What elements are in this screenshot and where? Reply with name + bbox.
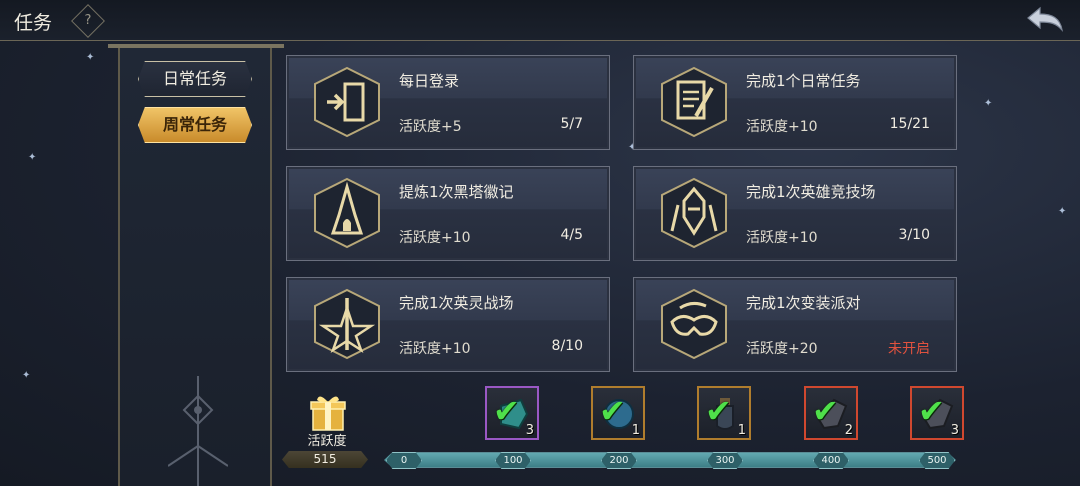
reward-chest[interactable]: ✔ 3 bbox=[910, 386, 964, 440]
reward-count: 1 bbox=[737, 423, 746, 438]
progress-tick: 400 bbox=[813, 452, 849, 469]
reward-count: 3 bbox=[950, 423, 959, 438]
progress-tick: 100 bbox=[495, 452, 531, 469]
activity-progress-bar bbox=[384, 452, 956, 468]
task-name: 提炼1次黑塔徽记 bbox=[399, 183, 514, 201]
task-reward: 活跃度+10 bbox=[399, 341, 471, 357]
claimed-check-icon: ✔ bbox=[812, 392, 839, 430]
task-reward: 活跃度+20 bbox=[746, 341, 818, 357]
task-progress: 8/10 bbox=[551, 338, 583, 354]
progress-tick: 300 bbox=[707, 452, 743, 469]
task-card[interactable]: 完成1次英雄竞技场 活跃度+10 3/10 bbox=[633, 166, 957, 261]
top-bar: 任务 ? bbox=[0, 0, 1080, 41]
reward-count: 3 bbox=[525, 423, 534, 438]
activity-progress-fill bbox=[385, 453, 955, 467]
tab-sidebar: 日常任务 周常任务 bbox=[108, 44, 284, 486]
task-card[interactable]: 完成1次变装派对 活跃度+20 未开启 bbox=[633, 277, 957, 372]
activity-label: 活跃度 bbox=[307, 434, 347, 449]
task-progress: 5/7 bbox=[560, 116, 583, 132]
door-enter-icon bbox=[314, 66, 380, 138]
scroll-quill-icon bbox=[661, 66, 727, 138]
progress-tick: 200 bbox=[601, 452, 637, 469]
task-card[interactable]: 完成1次英灵战场 活跃度+10 8/10 bbox=[286, 277, 610, 372]
background-star: ✦ bbox=[984, 98, 993, 109]
sword-star-icon bbox=[314, 288, 380, 360]
progress-tick: 500 bbox=[919, 452, 955, 469]
reward-chest[interactable]: ✔ 1 bbox=[591, 386, 645, 440]
task-reward: 活跃度+10 bbox=[746, 119, 818, 135]
reward-count: 2 bbox=[844, 423, 853, 438]
task-reward: 活跃度+10 bbox=[746, 230, 818, 246]
task-reward: 活跃度+5 bbox=[399, 119, 462, 135]
task-name: 完成1次英雄竞技场 bbox=[746, 183, 876, 201]
task-progress: 3/10 bbox=[898, 227, 930, 243]
tab-weekly-tasks[interactable]: 周常任务 bbox=[138, 107, 252, 143]
background-star: ✦ bbox=[22, 370, 31, 381]
task-progress: 4/5 bbox=[560, 227, 583, 243]
claimed-check-icon: ✔ bbox=[493, 392, 520, 430]
tab-daily-tasks[interactable]: 日常任务 bbox=[138, 61, 252, 97]
knight-helmet-icon bbox=[661, 177, 727, 249]
page-title: 任务 bbox=[14, 12, 53, 34]
task-status-locked: 未开启 bbox=[888, 341, 930, 357]
gift-box-icon bbox=[310, 396, 346, 431]
banner-rod bbox=[108, 44, 284, 48]
back-arrow-icon[interactable] bbox=[1024, 4, 1066, 36]
task-name: 完成1个日常任务 bbox=[746, 72, 861, 90]
reward-chest[interactable]: ✔ 1 bbox=[697, 386, 751, 440]
banner-ornament-icon bbox=[168, 376, 228, 486]
claimed-check-icon: ✔ bbox=[918, 392, 945, 430]
reward-chest[interactable]: ✔ 2 bbox=[804, 386, 858, 440]
task-card[interactable]: 每日登录 活跃度+5 5/7 bbox=[286, 55, 610, 150]
task-reward: 活跃度+10 bbox=[399, 230, 471, 246]
task-name: 完成1次变装派对 bbox=[746, 294, 861, 312]
reward-count: 1 bbox=[631, 423, 640, 438]
background-star: ✦ bbox=[28, 152, 37, 163]
claimed-check-icon: ✔ bbox=[599, 392, 626, 430]
task-card[interactable]: 提炼1次黑塔徽记 活跃度+10 4/5 bbox=[286, 166, 610, 261]
reward-chest[interactable]: ✔ 3 bbox=[485, 386, 539, 440]
question-gear-icon[interactable]: ? bbox=[71, 4, 105, 38]
task-card[interactable]: 完成1个日常任务 活跃度+10 15/21 bbox=[633, 55, 957, 150]
task-name: 每日登录 bbox=[399, 72, 460, 90]
background-star: ✦ bbox=[1058, 206, 1067, 217]
masquerade-mask-icon bbox=[661, 288, 727, 360]
task-progress: 15/21 bbox=[889, 116, 930, 132]
claimed-check-icon: ✔ bbox=[705, 392, 732, 430]
background-star: ✦ bbox=[86, 52, 95, 63]
activity-score: 515 bbox=[282, 451, 368, 468]
black-tower-icon bbox=[314, 177, 380, 249]
task-name: 完成1次英灵战场 bbox=[399, 294, 514, 312]
progress-tick: 0 bbox=[386, 452, 422, 469]
